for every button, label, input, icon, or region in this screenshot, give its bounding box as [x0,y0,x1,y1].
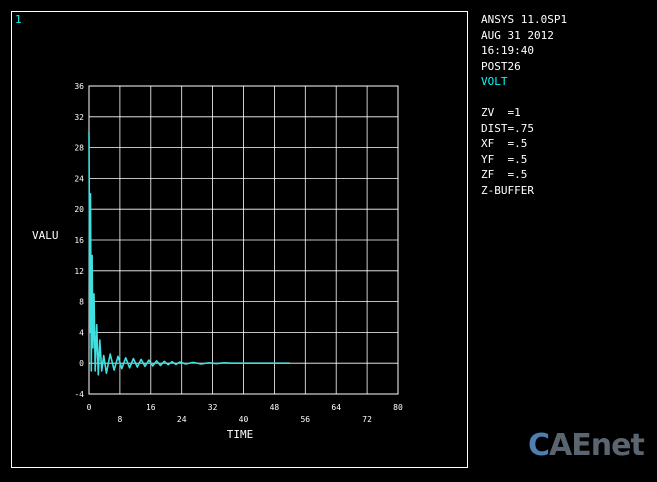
y-tick-labels: -4 0 4 8 12 16 20 24 28 32 36 [74,82,84,399]
view-zv: ZV =1 [481,106,521,119]
y-tick-label: 28 [74,144,84,153]
curve-layer [88,132,290,376]
y-tick-label: 20 [74,205,84,214]
x-tick-label: 16 [146,403,156,412]
x-axis-label: TIME [227,428,254,441]
x-tick-label: 32 [208,403,218,412]
product-version: ANSYS 11.0SP1 [481,13,568,26]
x-tick-label: 40 [239,415,249,424]
caenet-watermark-logo: CAEnet [528,428,645,463]
y-tick-label: 4 [79,328,84,337]
y-tick-label: 24 [74,174,84,183]
plot-date: AUG 31 2012 [481,28,554,42]
y-tick-label: 8 [79,298,84,307]
y-tick-label: -4 [74,390,84,399]
y-axis-label: VALU [32,229,59,242]
view-yf: YF =.5 [481,152,528,166]
x-tick-label: 72 [362,415,372,424]
x-tick-labels: 0 8 16 24 32 40 48 56 64 72 80 [87,403,403,424]
postprocessor-module: POST26 [481,59,521,73]
y-tick-label: 16 [74,236,84,245]
x-tick-label: 56 [300,415,310,424]
x-tick-label: 48 [270,403,280,412]
plot-time: 16:19:40 [481,44,534,57]
y-tick-label: 36 [74,82,84,91]
x-tick-label: 8 [117,415,122,424]
volt-curve [88,132,290,376]
x-tick-label: 0 [87,403,92,412]
zbuffer-mode: Z-BUFFER [481,183,534,197]
y-tick-label: 32 [74,113,84,122]
view-zf: ZF =.5 [481,168,528,181]
y-tick-label: 12 [74,267,84,276]
view-dist: DIST=.75 [481,121,534,135]
legend-info-panel: ANSYS 11.0SP1 AUG 31 2012 16:19:40 POST2… [481,12,567,198]
x-tick-label: 24 [177,415,187,424]
plot-grid [88,85,399,395]
view-xf: XF =.5 [481,137,528,150]
x-tick-label: 80 [393,403,403,412]
y-tick-label: 0 [79,359,84,368]
plotted-variable: VOLT [481,75,508,88]
x-tick-label: 64 [331,403,341,412]
